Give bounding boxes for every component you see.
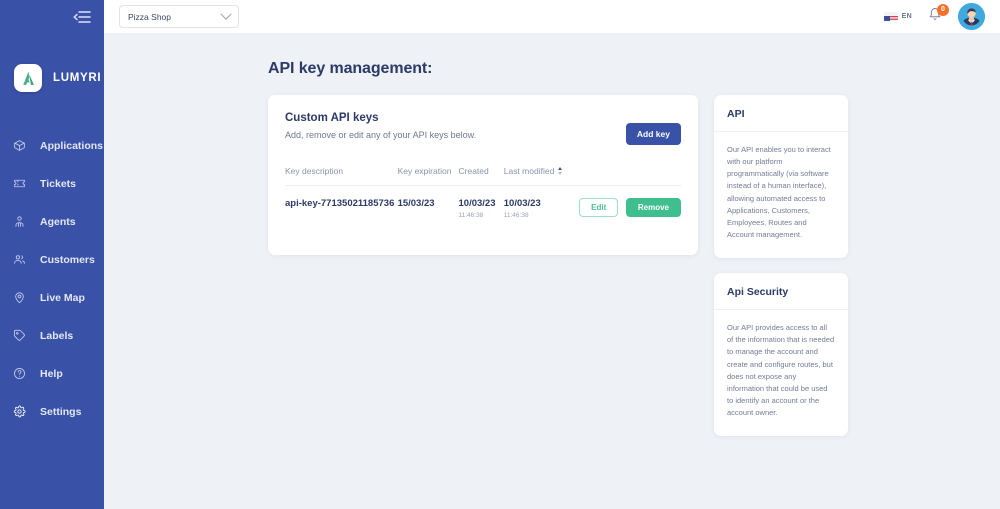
app-root: LUMYRI Applications Tickets Agents Custo… [0, 0, 1000, 509]
sidebar-item-help[interactable]: Help [0, 355, 104, 392]
column-last-modified-label: Last modified [503, 166, 555, 176]
box-icon [8, 135, 30, 157]
api-security-card-title: Api Security [727, 286, 789, 299]
created-time: 11:46:38 [458, 212, 484, 219]
content-columns: Custom API keys Add, remove or edit any … [268, 95, 960, 437]
brand-name: LUMYRI [53, 72, 102, 84]
api-security-card-body: Our API provides access to all of the in… [727, 323, 835, 418]
api-keys-card-title: Custom API keys [285, 112, 379, 124]
page-content: API key management: Custom API keys Add,… [104, 33, 1000, 437]
shop-selector-value: Pizza Shop [128, 11, 171, 22]
chevron-down-icon [220, 8, 232, 20]
sidebar-item-label: Applications [40, 139, 104, 152]
sidebar-item-label: Tickets [40, 177, 76, 190]
add-key-button[interactable]: Add key [625, 123, 681, 145]
sidebar-item-label: Settings [40, 405, 82, 418]
sidebar-item-live-map[interactable]: Live Map [0, 279, 104, 316]
column-key-description[interactable]: Key description [285, 166, 398, 186]
sidebar-item-tickets[interactable]: Tickets [0, 165, 104, 202]
api-keys-table-head: Key description Key expiration Created L… [285, 166, 681, 186]
cell-created: 10/03/23 11:46:38 [459, 186, 504, 234]
cell-actions: Edit Remove [579, 186, 681, 234]
sort-arrows-icon [558, 167, 563, 175]
topbar-right: EN 0 [883, 3, 985, 30]
ticket-icon [8, 173, 30, 195]
sidebar-item-agents[interactable]: Agents [0, 203, 104, 240]
topbar: Pizza Shop EN 0 [104, 0, 1000, 33]
brand[interactable]: LUMYRI [0, 33, 104, 105]
sidebar-item-label: Customers [40, 253, 95, 266]
api-info-card-title: API [727, 108, 745, 120]
sidebar-header [0, 0, 104, 33]
api-info-card-body: Our API enables you to interact with our… [727, 145, 831, 239]
table-header-row: Key description Key expiration Created L… [285, 166, 681, 186]
shop-selector[interactable]: Pizza Shop [119, 5, 239, 28]
sidebar-nav: Applications Tickets Agents Customers Li… [0, 127, 104, 430]
cell-last-modified: 10/03/23 11:46:38 [504, 186, 579, 234]
language-selector[interactable]: EN [883, 12, 912, 21]
api-keys-card: Custom API keys Add, remove or edit any … [268, 95, 698, 255]
lumyri-logo-icon [14, 64, 42, 92]
cell-key-expiration: 15/03/23 [397, 198, 435, 209]
remove-button[interactable]: Remove [625, 198, 681, 217]
info-column: API Our API enables you to interact with… [714, 95, 848, 437]
main-area: Pizza Shop EN 0 API key management: Cust… [104, 0, 1000, 509]
api-info-card: API Our API enables you to interact with… [714, 95, 848, 259]
us-flag-icon [883, 12, 898, 21]
api-keys-card-heading: Custom API keys Add, remove or edit any … [285, 112, 626, 140]
gear-icon [8, 401, 30, 423]
column-actions [579, 166, 681, 186]
language-label: EN [901, 13, 912, 20]
agent-icon [8, 211, 30, 233]
column-key-expiration[interactable]: Key expiration [397, 166, 459, 186]
column-created[interactable]: Created [458, 166, 504, 186]
api-security-card-header: Api Security [714, 273, 848, 311]
map-pin-icon [8, 287, 30, 309]
table-row: api-key-77135021185736 15/03/23 10/03/23… [285, 186, 681, 234]
cell-key-description: api-key-77135021185736 [285, 198, 395, 209]
api-keys-table-body: api-key-77135021185736 15/03/23 10/03/23… [285, 186, 681, 234]
sidebar-item-customers[interactable]: Customers [0, 241, 104, 278]
tag-icon [8, 325, 30, 347]
sidebar-item-labels[interactable]: Labels [0, 317, 104, 354]
sidebar: LUMYRI Applications Tickets Agents Custo… [0, 0, 104, 509]
column-last-modified[interactable]: Last modified [503, 166, 580, 186]
notifications-button[interactable]: 0 [926, 3, 949, 26]
page-title: API key management: [268, 60, 433, 77]
api-keys-table: Key description Key expiration Created L… [285, 166, 681, 233]
edit-button[interactable]: Edit [579, 198, 619, 217]
modified-date: 10/03/23 [503, 198, 541, 209]
sidebar-item-label: Live Map [40, 291, 85, 304]
question-circle-icon [8, 363, 30, 385]
sort-control-last-modified[interactable]: Last modified [504, 166, 563, 176]
sidebar-item-label: Labels [40, 329, 74, 342]
sidebar-item-applications[interactable]: Applications [0, 127, 104, 164]
avatar[interactable] [958, 3, 985, 30]
created-date: 10/03/23 [458, 198, 496, 209]
modified-time: 11:46:38 [503, 212, 529, 219]
api-keys-card-subtitle: Add, remove or edit any of your API keys… [285, 130, 477, 140]
sidebar-item-label: Help [40, 367, 63, 380]
sidebar-item-label: Agents [40, 215, 76, 228]
collapse-menu-icon[interactable] [72, 9, 92, 25]
notification-badge: 0 [937, 3, 949, 16]
sidebar-item-settings[interactable]: Settings [0, 393, 104, 430]
api-keys-card-header: Custom API keys Add, remove or edit any … [285, 112, 681, 145]
api-security-card: Api Security Our API provides access to … [714, 273, 848, 437]
customers-icon [8, 249, 30, 271]
api-info-card-header: API [714, 95, 848, 132]
